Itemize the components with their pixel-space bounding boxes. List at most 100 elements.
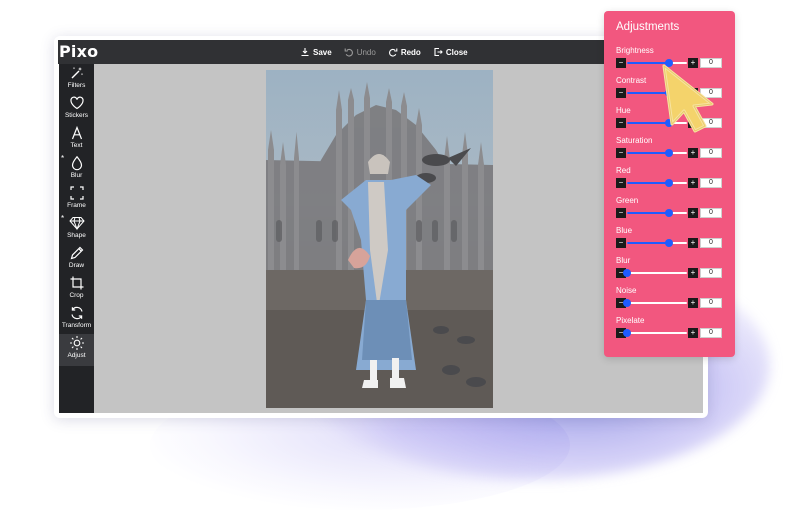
slider-thumb[interactable] [665,239,673,247]
slider-thumb[interactable] [665,209,673,217]
redo-icon [388,48,398,57]
adjustment-value-input[interactable]: 0 [700,178,722,188]
sidebar-item-label: Frame [67,202,86,209]
increase-button[interactable]: + [688,268,698,278]
adjustment-control-row: −+0 [616,268,722,278]
slider-fill [627,212,669,214]
increase-button[interactable]: + [688,208,698,218]
redo-button[interactable]: Redo [388,47,421,57]
decrease-button[interactable]: − [616,58,626,68]
slider-thumb[interactable] [623,269,631,277]
adjustment-label: Blur [616,256,631,265]
adjustment-label: Blue [616,226,633,235]
droplet-icon [71,155,82,171]
slider-fill [627,242,669,244]
new-feature-star: * [61,214,65,223]
adjustment-label: Pixelate [616,316,645,325]
sidebar-item-adjust[interactable]: Adjust [59,334,94,366]
adjustment-value-input[interactable]: 0 [700,238,722,248]
download-icon [301,48,309,57]
adjustment-value-input[interactable]: 0 [700,298,722,308]
undo-button[interactable]: Undo [344,47,376,57]
decrease-button[interactable]: − [616,208,626,218]
adjustment-value-input[interactable]: 0 [700,328,722,338]
adjustment-value-input[interactable]: 0 [700,208,722,218]
adjustment-green: Green − +0 [616,196,726,222]
adjustment-control-row: −+0 [616,328,722,338]
increase-button[interactable]: + [688,298,698,308]
sidebar-item-label: Filters [67,82,86,89]
redo-label: Redo [400,47,421,57]
slider-track[interactable] [627,209,687,217]
decrease-button[interactable]: − [616,148,626,158]
adjustment-control-row: − +0 [616,208,722,218]
close-button[interactable]: Close [433,47,468,57]
decrease-button[interactable]: − [616,238,626,248]
increase-button[interactable]: + [688,328,698,338]
save-button[interactable]: Save [300,47,332,57]
photo-illustration [266,82,493,408]
adjustment-control-row: −+0 [616,298,722,308]
slider-thumb[interactable] [623,299,631,307]
decrease-button[interactable]: − [616,88,626,98]
adjustment-blur: Blur − +0 [616,256,726,282]
sidebar-item-label: Transform [61,322,92,329]
exit-icon [434,47,443,57]
sidebar-item-draw[interactable]: Draw [59,244,94,274]
adjustment-control-row: − +0 [616,148,722,158]
slider-fill [627,152,669,154]
sidebar-item-filters[interactable]: Filters [59,64,94,94]
tool-sidebar: Filters Stickers Text * Blur Frame * Sha… [59,64,94,413]
slider-thumb[interactable] [665,179,673,187]
slider-track[interactable] [627,239,687,247]
decrease-button[interactable]: − [616,118,626,128]
slider-thumb[interactable] [665,149,673,157]
increase-button[interactable]: + [688,238,698,248]
heart-icon [69,96,84,110]
decrease-button[interactable]: − [616,178,626,188]
app-logo: Pixo [59,42,99,61]
panel-title: Adjustments [616,21,680,33]
sidebar-item-shape[interactable]: * Shape [59,214,94,244]
slider-fill [627,182,669,184]
slider-track[interactable] [627,179,687,187]
save-label: Save [313,47,332,57]
sidebar-item-label: Text [70,142,83,149]
sidebar-item-crop[interactable]: Crop [59,274,94,304]
adjustment-saturation: Saturation − +0 [616,136,726,162]
sidebar-item-transform[interactable]: Transform [59,304,94,334]
pencil-icon [70,246,83,260]
pointer-cursor-icon [662,64,714,133]
sidebar-item-label: Stickers [64,112,89,119]
sidebar-item-label: Draw [68,262,85,269]
sun-icon [69,336,84,350]
adjustment-label: Noise [616,286,637,295]
sidebar-item-label: Adjust [67,352,86,359]
sidebar-item-blur[interactable]: * Blur [59,154,94,184]
slider-track[interactable] [623,269,687,277]
increase-button[interactable]: + [688,148,698,158]
increase-button[interactable]: + [688,178,698,188]
adjustment-noise: Noise − +0 [616,286,726,312]
rotate-icon [70,306,83,320]
slider-track[interactable] [623,299,687,307]
adjustment-value-input[interactable]: 0 [700,148,722,158]
sidebar-item-stickers[interactable]: Stickers [59,94,94,124]
slider-track[interactable] [623,329,687,337]
sidebar-item-label: Shape [67,232,86,239]
adjustment-label: Green [616,196,639,205]
slider-thumb[interactable] [623,329,631,337]
sidebar-item-label: Crop [69,292,84,299]
diamond-icon [68,217,85,231]
crop-icon [70,276,83,290]
sidebar-item-text[interactable]: Text [59,124,94,154]
slider-track[interactable] [627,149,687,157]
adjustment-label: Saturation [616,136,653,145]
adjustment-control-row: − +0 [616,238,722,248]
sidebar-item-frame[interactable]: Frame [59,184,94,214]
close-label: Close [445,47,468,57]
magic-wand-icon [71,67,83,79]
adjustment-value-input[interactable]: 0 [700,268,722,278]
adjustment-red: Red − +0 [616,166,726,192]
edited-photo[interactable] [266,70,493,408]
